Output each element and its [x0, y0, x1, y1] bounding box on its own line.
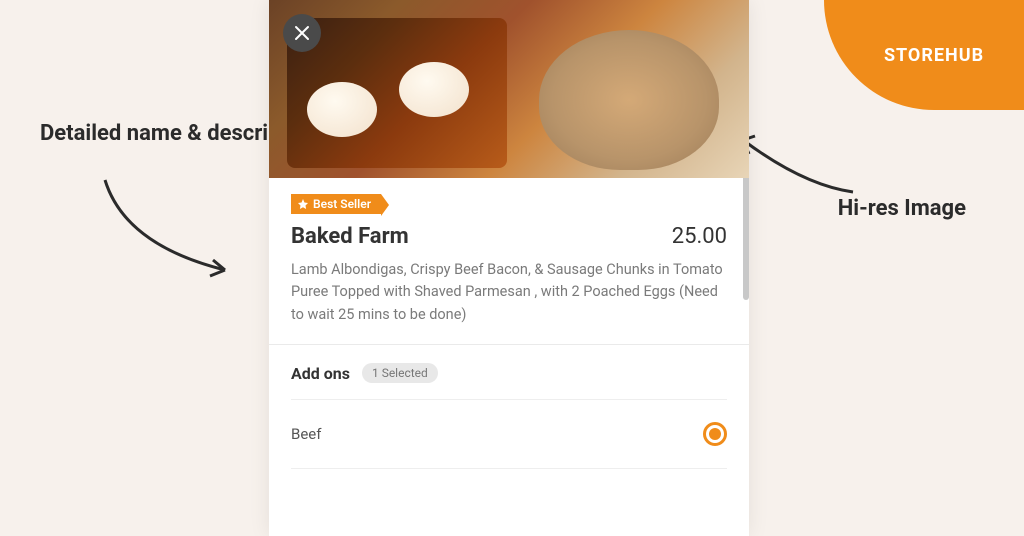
selected-count-pill: 1 Selected: [362, 363, 438, 383]
addon-row[interactable]: Beef: [291, 400, 727, 469]
badge-label: Best Seller: [313, 197, 371, 211]
food-decoration: [307, 82, 377, 137]
close-icon: [294, 25, 310, 41]
arrow-right-icon: [733, 130, 863, 200]
item-title: Baked Farm: [291, 224, 409, 249]
item-description: Lamb Albondigas, Crispy Beef Bacon, & Sa…: [291, 259, 727, 326]
item-price: 25.00: [672, 224, 727, 249]
item-details: Best Seller Baked Farm 25.00 Lamb Albond…: [269, 178, 749, 345]
addon-radio[interactable]: [703, 422, 727, 446]
best-seller-badge: Best Seller: [291, 194, 381, 214]
food-decoration: [399, 62, 469, 117]
title-row: Baked Farm 25.00: [291, 224, 727, 249]
product-detail-modal: Best Seller Baked Farm 25.00 Lamb Albond…: [269, 0, 749, 536]
star-icon: [297, 198, 309, 210]
addons-header: Add ons 1 Selected: [291, 363, 727, 400]
radio-selected-dot: [709, 428, 721, 440]
brand-corner: STOREHUB: [824, 0, 1024, 110]
brand-logo-text: STOREHUB: [884, 45, 984, 66]
addons-title: Add ons: [291, 364, 350, 383]
addon-name: Beef: [291, 425, 321, 443]
close-button[interactable]: [283, 14, 321, 52]
addons-section: Add ons 1 Selected Beef: [269, 345, 749, 469]
hero-image: [269, 0, 749, 178]
arrow-left-icon: [95, 175, 255, 295]
